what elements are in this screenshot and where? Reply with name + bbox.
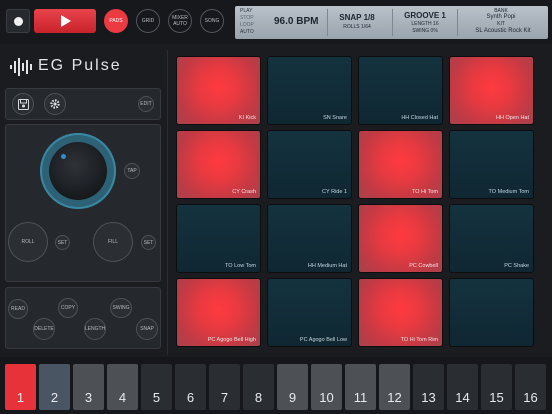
delete-button[interactable]: DELETE [33, 318, 55, 340]
step-button[interactable]: 7 [209, 364, 240, 410]
fill-button[interactable]: FILL [93, 222, 133, 262]
play-icon [61, 15, 71, 27]
pad-label: PC Cowbell [409, 263, 438, 269]
step-button[interactable]: 15 [481, 364, 512, 410]
save-icon [17, 98, 29, 110]
knob-indicator-icon [61, 154, 66, 159]
step-button[interactable]: 8 [243, 364, 274, 410]
step-button[interactable]: 2 [39, 364, 70, 410]
drum-pad[interactable]: HH Medium Hat [267, 204, 352, 273]
step-button[interactable]: 9 [277, 364, 308, 410]
bank-value[interactable]: Synth Popi [465, 14, 537, 20]
copy-button[interactable]: COPY [58, 298, 78, 318]
logo-wave-icon [10, 58, 32, 76]
pad-label: PC Agogo Bell Low [299, 337, 347, 343]
edit-tools-panel [5, 287, 161, 349]
tap-button[interactable]: TAP [124, 163, 140, 179]
drum-pad[interactable]: HH Open Hat [449, 56, 534, 125]
drum-pad[interactable]: PC Cowbell [358, 204, 443, 273]
step-button[interactable]: 1 [5, 364, 36, 410]
pad-label: TO Hi Tom [411, 189, 438, 195]
rolls-display: ROLLS 1/64 [343, 24, 371, 30]
pad-label: KI Kick [238, 115, 256, 121]
mode-mixer-auto-button[interactable]: MIXER AUTO [168, 9, 192, 33]
step-button[interactable]: 5 [141, 364, 172, 410]
kit-label: KIT [497, 21, 505, 27]
snap-display[interactable]: SNAP 1/8 [327, 13, 387, 22]
roll-set-button[interactable]: SET [55, 235, 70, 250]
fill-set-button[interactable]: SET [141, 235, 156, 250]
drum-pad[interactable]: CY Ride 1 [267, 130, 352, 199]
volume-knob[interactable] [49, 142, 107, 200]
record-button[interactable] [6, 9, 30, 33]
lcd-loop-label: LOOP [240, 22, 254, 28]
app-logo: EG Pulse [38, 57, 122, 74]
groove-display[interactable]: GROOVE 1 [395, 11, 455, 20]
panel-divider [167, 50, 168, 355]
read-button[interactable]: READ [8, 299, 28, 319]
step-button[interactable]: 3 [73, 364, 104, 410]
drum-pad[interactable]: HH Closed Hat [358, 56, 443, 125]
pad-label: TO Medium Tom [488, 189, 529, 195]
drum-pad[interactable]: TO Medium Tom [449, 130, 534, 199]
step-button[interactable]: 13 [413, 364, 444, 410]
drum-pad[interactable]: SN Snare [267, 56, 352, 125]
drum-pad[interactable] [449, 278, 534, 347]
save-button[interactable] [12, 93, 34, 115]
roll-button[interactable]: ROLL [8, 222, 48, 262]
pad-label: SN Snare [323, 115, 347, 121]
settings-button[interactable] [44, 93, 66, 115]
play-button[interactable] [34, 9, 96, 33]
lcd-stop-label: STOP [240, 15, 254, 21]
step-button[interactable]: 14 [447, 364, 478, 410]
swing-button[interactable]: SWING [110, 298, 132, 318]
step-button[interactable]: 6 [175, 364, 206, 410]
gear-icon [50, 99, 60, 109]
lcd-auto-label: AUTO [240, 29, 254, 35]
step-button[interactable]: 4 [107, 364, 138, 410]
step-button[interactable]: 11 [345, 364, 376, 410]
mode-pads-button[interactable]: PADS [104, 9, 128, 33]
bpm-display[interactable]: 96.0 BPM [274, 16, 318, 27]
top-bar: PADS GRID MIXER AUTO SONG PLAY STOP LOOP… [0, 0, 552, 44]
pad-label: CY Crash [232, 189, 256, 195]
lcd-display[interactable]: PLAY STOP LOOP AUTO 96.0 BPM SNAP 1/8 RO… [235, 6, 548, 39]
swing-display: SWING 0% [412, 28, 438, 34]
drum-pad[interactable]: TO Low Tom [176, 204, 261, 273]
record-icon [14, 17, 23, 26]
pad-label: HH Open Hat [495, 115, 529, 121]
pad-label: CY Ride 1 [322, 189, 347, 195]
lcd-divider [392, 9, 393, 36]
pad-label: HH Closed Hat [401, 115, 438, 121]
pad-label: PC Agogo Bell High [207, 337, 256, 343]
drum-pad[interactable]: PC Shake [449, 204, 534, 273]
length-display: LENGTH 16 [411, 21, 439, 27]
drum-pad[interactable]: TO Hi Tom Rim [358, 278, 443, 347]
step-button[interactable]: 16 [515, 364, 546, 410]
drum-pad[interactable]: TO Hi Tom [358, 130, 443, 199]
pad-label: TO Hi Tom Rim [400, 337, 438, 343]
step-button[interactable]: 12 [379, 364, 410, 410]
edit-button[interactable]: EDIT [138, 96, 154, 112]
lcd-divider [457, 9, 458, 36]
drum-pad[interactable]: PC Agogo Bell High [176, 278, 261, 347]
pad-label: TO Low Tom [225, 263, 256, 269]
drum-pad[interactable]: KI Kick [176, 56, 261, 125]
pad-label: HH Medium Hat [307, 263, 347, 269]
mode-grid-button[interactable]: GRID [136, 9, 160, 33]
drum-pad[interactable]: PC Agogo Bell Low [267, 278, 352, 347]
step-button[interactable]: 10 [311, 364, 342, 410]
snap-button[interactable]: SNAP [136, 318, 158, 340]
length-button[interactable]: LENGTH [84, 318, 106, 340]
drum-pad[interactable]: CY Crash [176, 130, 261, 199]
lcd-play-label: PLAY [240, 8, 253, 14]
mode-song-button[interactable]: SONG [200, 9, 224, 33]
pad-label: PC Shake [504, 263, 529, 269]
kit-value[interactable]: SL Acoustic Rock Kit [461, 28, 545, 34]
